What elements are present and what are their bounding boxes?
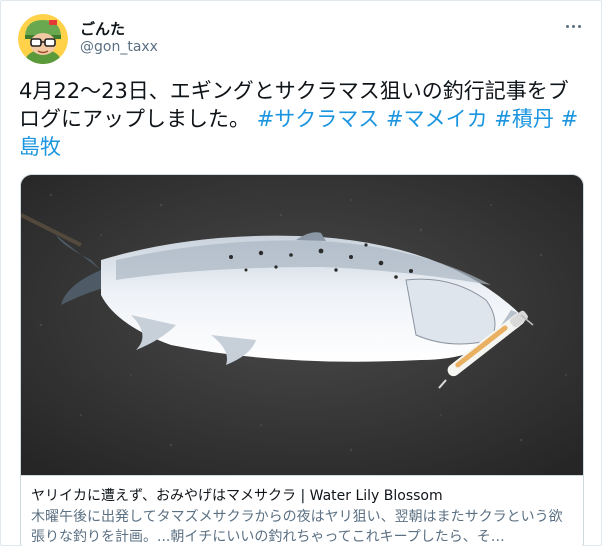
link-preview-card[interactable]: ヤリイカに遭えず、おみやげはマメサクラ | Water Lily Blossom… [20, 174, 584, 546]
salmon-with-lure-photo[interactable] [21, 175, 583, 475]
card-description: 木曜午後に出発してタマズメサクラからの夜はヤリ狙い、翌朝はまたサクラという欲張り… [31, 509, 563, 545]
tweet-card: ごんた @gon_taxx 4月22〜23日、エギングとサクラマス狙いの釣行記事… [0, 0, 602, 546]
hashtag-link[interactable]: #マメイカ [386, 107, 488, 131]
tweet-text: 4月22〜23日、エギングとサクラマス狙いの釣行記事をブログにアップしました。 … [19, 77, 589, 161]
user-handle[interactable]: @gon_taxx [80, 39, 158, 55]
card-title[interactable]: ヤリイカに遭えず、おみやげはマメサクラ | Water Lily Blossom [31, 486, 573, 506]
hashtag-link[interactable]: #サクラマス [257, 107, 380, 131]
hashtag-link[interactable]: #積丹 [494, 107, 554, 131]
card-meta[interactable]: ヤリイカに遭えず、おみやげはマメサクラ | Water Lily Blossom… [21, 475, 583, 546]
more-horizontal-icon[interactable] [561, 15, 585, 37]
user-avatar-icon[interactable] [18, 14, 68, 64]
display-name[interactable]: ごんた [80, 18, 125, 39]
